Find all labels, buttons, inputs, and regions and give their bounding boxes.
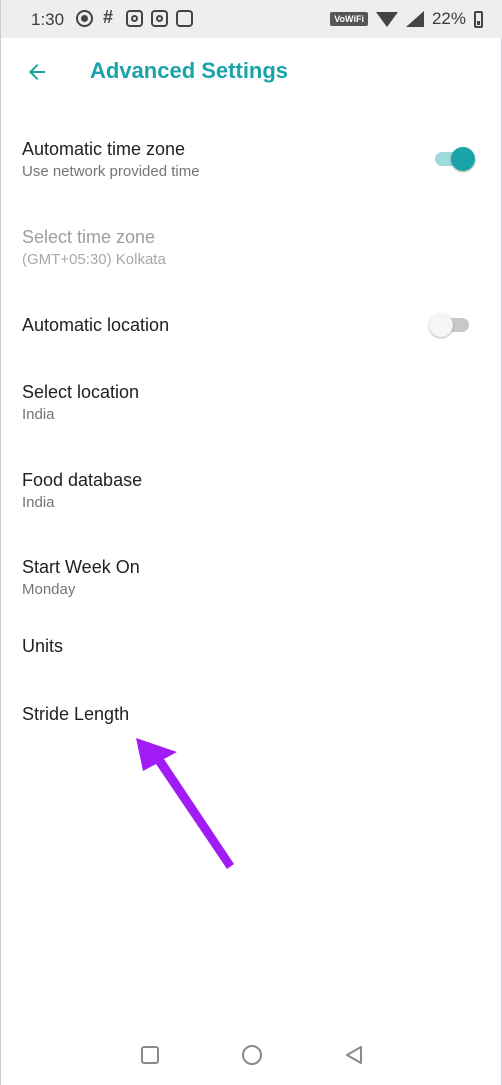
setting-title: Units (22, 636, 64, 656)
setting-subtitle: Use network provided time (22, 163, 200, 180)
setting-select-location[interactable]: Select location India (1, 369, 502, 449)
circle-notification-icon (76, 10, 93, 27)
setting-title: Stride Length (22, 704, 130, 724)
home-circle-icon[interactable] (242, 1045, 262, 1065)
page-title: Advanced Settings (90, 58, 289, 83)
instagram-icon (151, 10, 168, 27)
setting-select-time-zone[interactable]: Select time zone (GMT+05:30) Kolkata (1, 214, 502, 294)
battery-percent: 22% (431, 9, 466, 28)
setting-title: Automatic time zone (22, 139, 186, 159)
setting-subtitle: India (22, 406, 55, 423)
setting-subtitle: India (22, 494, 55, 511)
battery-icon (474, 10, 483, 28)
status-time: 1:30 (31, 10, 65, 29)
setting-title: Select location (22, 382, 140, 402)
automatic-time-zone-toggle[interactable] (435, 147, 475, 171)
instagram-icon (126, 10, 143, 27)
signal-icon (405, 11, 424, 27)
setting-title: Automatic location (22, 315, 170, 335)
setting-food-database[interactable]: Food database India (1, 457, 502, 537)
status-bar: 1:30 VoWiFi 22% (1, 0, 502, 38)
recents-square-icon[interactable] (141, 1046, 159, 1064)
automatic-location-toggle[interactable] (429, 313, 469, 337)
setting-title: Select time zone (22, 227, 156, 247)
setting-subtitle: Monday (22, 581, 76, 598)
setting-automatic-time-zone[interactable]: Automatic time zone Use network provided… (1, 126, 502, 206)
notification-icons (76, 7, 193, 28)
back-triangle-icon[interactable] (345, 1045, 363, 1065)
setting-stride-length[interactable]: Stride Length (1, 691, 502, 771)
navigation-bar (1, 1025, 502, 1085)
toggle-knob (429, 313, 453, 337)
app-bar: Advanced Settings (1, 38, 502, 106)
back-button[interactable] (21, 56, 53, 88)
arrow-left-icon (29, 64, 45, 80)
setting-start-week-on[interactable]: Start Week On Monday (1, 544, 502, 624)
setting-title: Start Week On (22, 557, 140, 577)
vowifi-badge: VoWiFi (330, 12, 368, 26)
status-right: VoWiFi 22% (330, 9, 483, 29)
wifi-icon (375, 11, 398, 27)
slack-icon (101, 7, 118, 28)
app-icon (176, 10, 193, 27)
phone-frame: 1:30 VoWiFi 22% Advanced Settings Automa… (0, 0, 502, 1085)
setting-title: Food database (22, 470, 143, 490)
setting-subtitle: (GMT+05:30) Kolkata (22, 251, 166, 268)
toggle-knob (451, 147, 475, 171)
